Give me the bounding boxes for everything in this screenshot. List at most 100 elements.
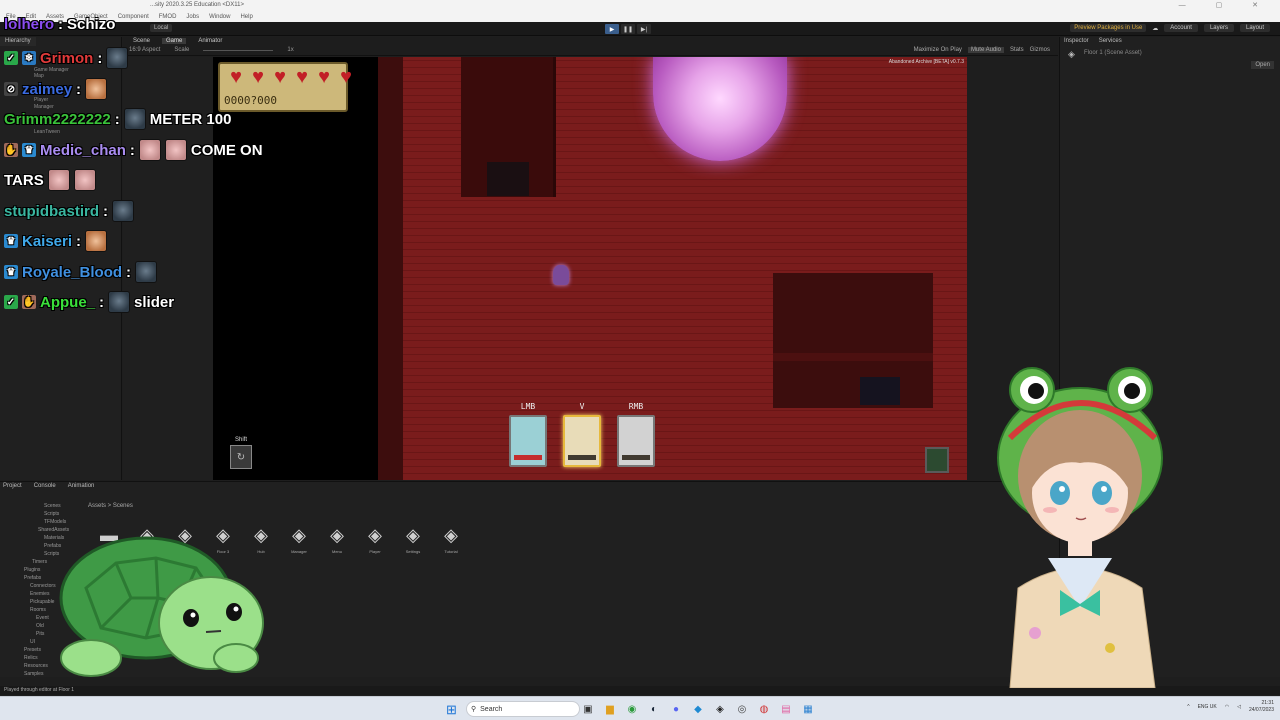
- tree-item[interactable]: Old: [36, 623, 44, 629]
- account-dropdown[interactable]: Account: [1164, 24, 1198, 32]
- taskbar-search[interactable]: ⚲ Search: [466, 701, 580, 717]
- breadcrumb[interactable]: Assets > Scenes: [88, 503, 133, 509]
- chat-message: ♛ Royale_Blood:: [4, 261, 158, 283]
- vtuber-avatar: [997, 367, 1163, 688]
- heart-badge-icon: ✋: [4, 143, 18, 157]
- ability-card: [563, 415, 601, 467]
- layout-dropdown[interactable]: Layout: [1239, 24, 1270, 32]
- tab-hierarchy[interactable]: Hierarchy: [0, 37, 36, 46]
- unity-icon[interactable]: ◈: [712, 701, 728, 717]
- window-title: ...sity 2020.3.25 Education <DX11>: [150, 2, 244, 8]
- emote: [138, 139, 161, 161]
- tree-item[interactable]: TFModels: [44, 519, 66, 525]
- wifi-icon[interactable]: ◠: [1225, 704, 1229, 710]
- tree-item[interactable]: Pits: [36, 631, 44, 637]
- discord-icon[interactable]: ●: [668, 701, 684, 717]
- tree-item[interactable]: Rooms: [30, 607, 46, 613]
- menu-fmod[interactable]: FMOD: [159, 14, 177, 20]
- ability-card: [509, 415, 547, 467]
- menu-jobs[interactable]: Jobs: [186, 14, 199, 20]
- menu-component[interactable]: Component: [118, 14, 149, 20]
- tab-project[interactable]: Project: [3, 483, 22, 489]
- game-viewport[interactable]: ♥ ♥ ♥ ♥ ♥ ♥ 0000?000 Abandoned Archive […: [213, 57, 967, 480]
- ability-key-label: LMB: [520, 402, 536, 411]
- heart-icon: ♥: [274, 66, 286, 88]
- menu-window[interactable]: Window: [209, 14, 230, 20]
- open-button[interactable]: Open: [1251, 61, 1274, 69]
- emote: [73, 169, 96, 191]
- local-toggle[interactable]: Local: [150, 24, 173, 32]
- preview-packages-button[interactable]: Preview Packages in Use: [1070, 24, 1147, 32]
- emote: [112, 200, 135, 222]
- tree-item[interactable]: Relics: [24, 655, 38, 661]
- step-button[interactable]: ▶|: [637, 24, 651, 34]
- notepad-icon[interactable]: ▦: [800, 701, 816, 717]
- clock[interactable]: 21:31 24/07/2023: [1249, 700, 1274, 714]
- search-icon: ⚲: [471, 706, 477, 713]
- chat-message: TARS: [4, 169, 96, 191]
- chat-text: slider: [134, 293, 175, 311]
- window-controls[interactable]: — ▢ ✕: [1179, 1, 1272, 9]
- game-version-label: Abandoned Archive [BETA] v0.7.3: [888, 59, 964, 65]
- play-button[interactable]: ▶: [605, 24, 619, 34]
- app-icon[interactable]: ▤: [778, 701, 794, 717]
- aspect-dropdown[interactable]: 16:9 Aspect: [129, 47, 160, 53]
- tab-services[interactable]: Services: [1099, 38, 1122, 44]
- tab-animation[interactable]: Animation: [68, 483, 95, 489]
- vscode-icon[interactable]: ◆: [690, 701, 706, 717]
- language-indicator[interactable]: ENG UK: [1198, 704, 1217, 710]
- tree-item[interactable]: Scripts: [44, 511, 59, 517]
- maximize-on-play-toggle[interactable]: Maximize On Play: [914, 47, 962, 53]
- tree-item[interactable]: Plugins: [24, 567, 40, 573]
- hierarchy-panel: Hierarchy Game Manager Map Player Manage…: [0, 37, 122, 480]
- scene-asset[interactable]: ◈ Player: [362, 525, 388, 554]
- tree-item[interactable]: Timers: [32, 559, 47, 565]
- unity-scene-icon: ◈: [406, 525, 420, 545]
- mute-audio-toggle[interactable]: Mute Audio: [967, 47, 1004, 53]
- hand-badge-icon: ✋: [22, 295, 36, 309]
- scene-asset[interactable]: ◈ Menu: [324, 525, 350, 554]
- app-icon[interactable]: ◍: [756, 701, 772, 717]
- tree-item[interactable]: Presets: [24, 647, 41, 653]
- scene-asset[interactable]: ◈ Manager: [286, 525, 312, 554]
- obs-icon[interactable]: ◎: [734, 701, 750, 717]
- tab-inspector[interactable]: Inspector: [1064, 38, 1089, 44]
- chevron-up-icon[interactable]: ^: [1187, 704, 1189, 710]
- screen: ...sity 2020.3.25 Education <DX11> — ▢ ✕…: [0, 0, 1280, 720]
- scene-asset[interactable]: ◈ Settings: [400, 525, 426, 554]
- taskbar-apps: ▣ ▆ ◉ ◐ ● ◆ ◈ ◎ ◍ ▤ ▦: [580, 701, 816, 717]
- tree-item[interactable]: UI: [30, 639, 35, 645]
- tree-item[interactable]: Scenes: [44, 503, 61, 509]
- menu-bar: File Edit Assets GameObject Component FM…: [0, 12, 1280, 22]
- tab-console[interactable]: Console: [34, 483, 56, 489]
- tree-item[interactable]: Samples: [24, 671, 43, 677]
- steam-icon[interactable]: ◐: [646, 701, 662, 717]
- heart-icon: ♥: [318, 66, 330, 88]
- gizmos-toggle[interactable]: Gizmos: [1030, 47, 1050, 53]
- tab-animator[interactable]: Animator: [194, 38, 226, 44]
- chrome-icon[interactable]: ◉: [624, 701, 640, 717]
- layers-dropdown[interactable]: Layers: [1203, 24, 1234, 32]
- cloud-icon[interactable]: ☁: [1152, 25, 1158, 32]
- volume-icon[interactable]: ◁: [1237, 704, 1241, 710]
- item-slot: [925, 447, 949, 473]
- scene-asset[interactable]: ◈ Tutorial: [438, 525, 464, 554]
- ability-card: [617, 415, 655, 467]
- chat-message: ✋ ♛ Medic_chan: COME ON: [4, 139, 263, 161]
- explorer-icon[interactable]: ▆: [602, 701, 618, 717]
- dash-ability: Shift ↻: [230, 437, 252, 469]
- chat-username: Royale_Blood: [22, 263, 123, 281]
- tree-item[interactable]: Resources: [24, 663, 48, 669]
- tab-game[interactable]: Game: [162, 38, 187, 44]
- menu-help[interactable]: Help: [240, 14, 252, 20]
- tab-scene[interactable]: Scene: [129, 38, 154, 44]
- ability-slot-rmb: RMB: [617, 402, 655, 467]
- scale-slider[interactable]: [203, 47, 274, 51]
- tree-item[interactable]: Prefabs: [24, 575, 41, 581]
- task-view-icon[interactable]: ▣: [580, 701, 596, 717]
- stats-toggle[interactable]: Stats: [1010, 47, 1024, 53]
- search-placeholder: Search: [480, 705, 503, 713]
- health-hud: ♥ ♥ ♥ ♥ ♥ ♥ 0000?000: [218, 62, 352, 112]
- windows-start-icon[interactable]: ⊞: [446, 702, 457, 718]
- pause-button[interactable]: ❚❚: [621, 24, 635, 34]
